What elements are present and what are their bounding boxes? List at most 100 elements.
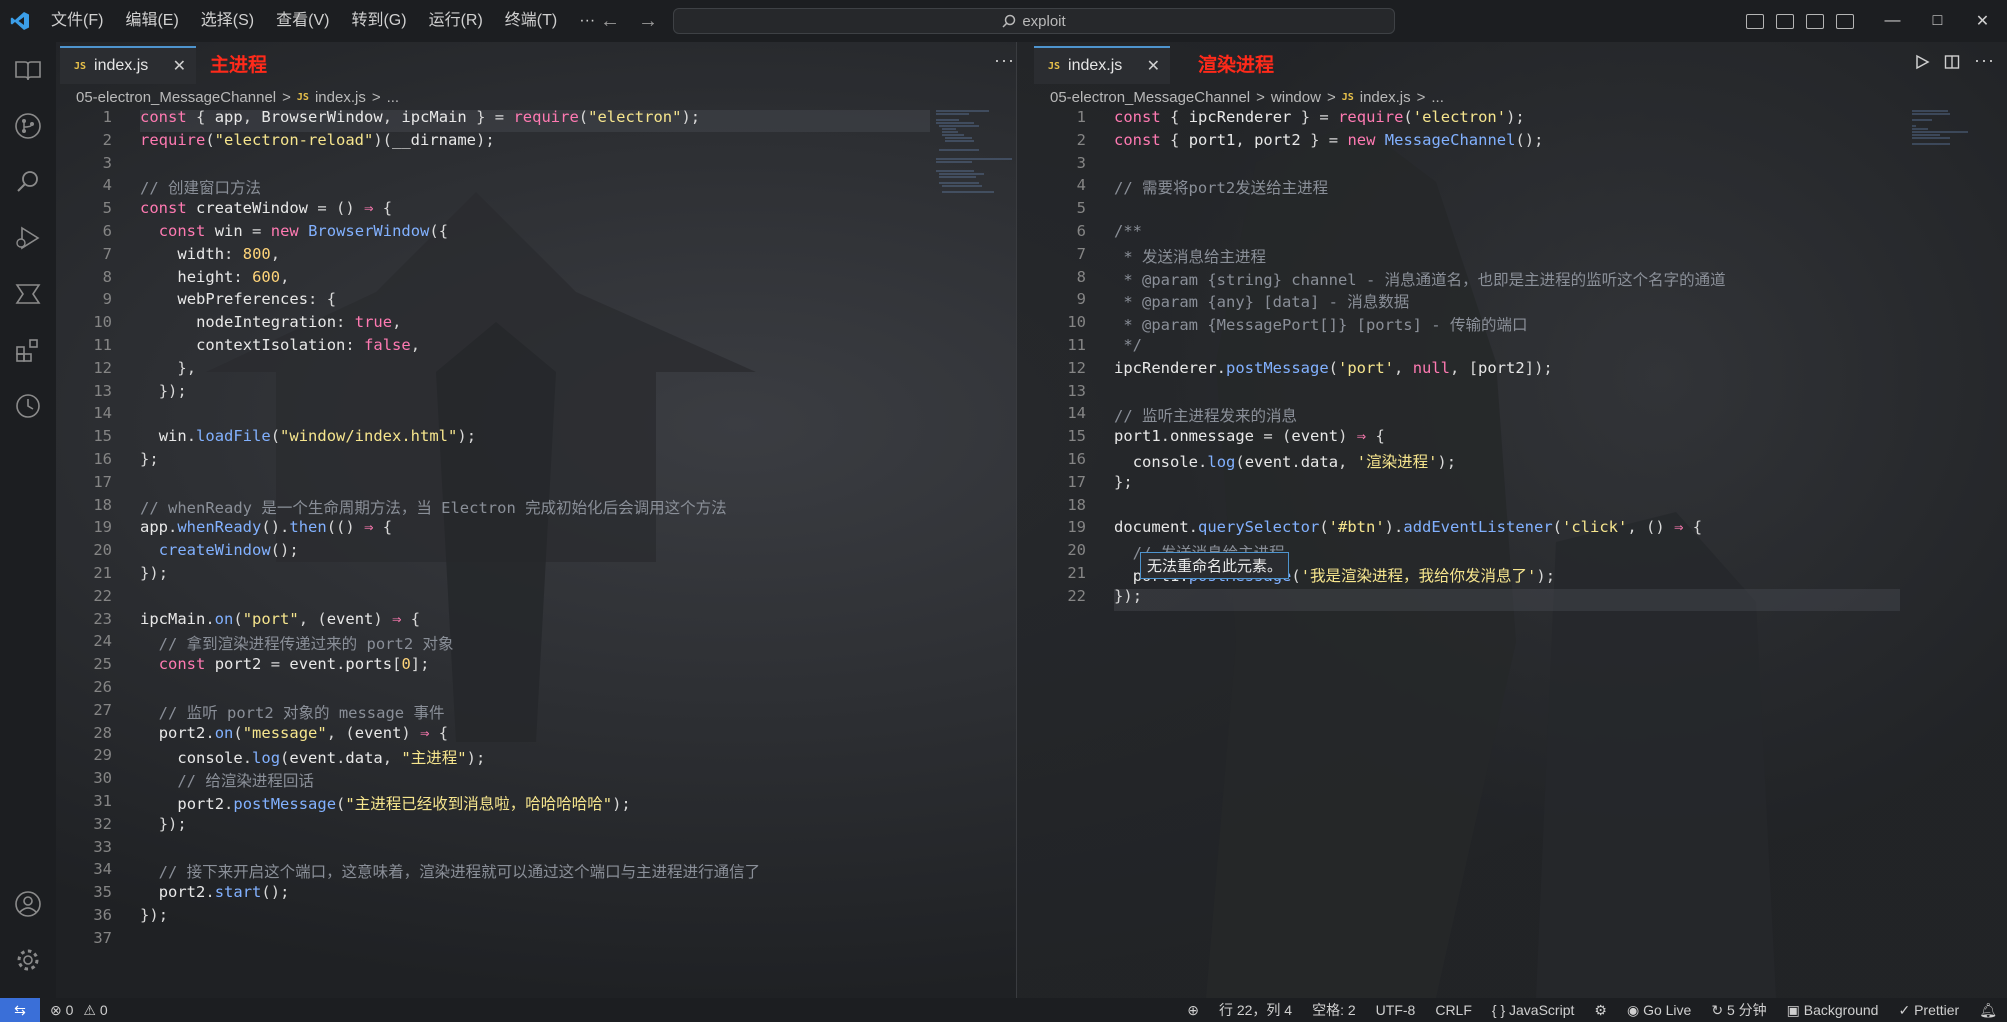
end-of-line[interactable]: CRLF — [1425, 1002, 1482, 1018]
zoom-icon[interactable]: ⊕ — [1177, 1002, 1209, 1019]
close-tab-button[interactable]: ✕ — [1147, 56, 1160, 76]
code-line[interactable]: 1 const { app, BrowserWindow, ipcMain } =… — [56, 108, 956, 131]
run-file-icon[interactable] — [1914, 54, 1930, 75]
code-line[interactable]: 33 — [56, 838, 956, 861]
code-line[interactable]: 8 height: 600, — [56, 268, 956, 291]
split-editor-icon[interactable] — [1944, 54, 1960, 75]
code-line[interactable]: 37 — [56, 929, 956, 952]
menu-run[interactable]: 运行(R) — [418, 0, 494, 42]
notifications-bell-icon[interactable]: 🔔︎ — [1969, 1002, 2007, 1019]
run-debug-icon[interactable] — [12, 222, 44, 254]
search-sidebar-icon[interactable] — [12, 166, 44, 198]
code-line[interactable]: 34 // 接下来开启这个端口，这意味着，渲染进程就可以通过这个端口与主进程进行… — [56, 860, 956, 883]
code-line[interactable]: 5 — [1030, 199, 1930, 222]
code-line[interactable]: 28 port2.on("message", (event) ⇒ { — [56, 724, 956, 747]
close-window-button[interactable]: ✕ — [1960, 11, 2005, 31]
source-control-icon[interactable] — [12, 110, 44, 142]
code-line[interactable]: 32 }); — [56, 815, 956, 838]
code-line[interactable]: 4 // 创建窗口方法 — [56, 176, 956, 199]
problems-warnings[interactable]: ⚠ 0 — [83, 1002, 117, 1019]
breadcrumb-subfolder[interactable]: window — [1271, 89, 1321, 106]
toggle-panel-icon[interactable] — [1806, 13, 1824, 29]
code-line[interactable]: 16 console.log(event.data, '渲染进程'); — [1030, 450, 1930, 473]
code-line[interactable]: 25 const port2 = event.ports[0]; — [56, 655, 956, 678]
menu-view[interactable]: 查看(V) — [265, 0, 340, 42]
toggle-primary-sidebar-icon[interactable] — [1776, 13, 1794, 29]
code-line[interactable]: 35 port2.start(); — [56, 883, 956, 906]
code-line[interactable]: 30 // 给渲染进程回话 — [56, 769, 956, 792]
problems-errors[interactable]: ⊗ 0 — [40, 1002, 83, 1019]
breadcrumb-folder[interactable]: 05-electron_MessageChannel — [76, 89, 276, 106]
go-live-button[interactable]: ◉ Go Live — [1617, 1002, 1701, 1019]
tab-index-js[interactable]: JS index.js ✕ — [1034, 46, 1170, 84]
breadcrumb-symbol[interactable]: ... — [387, 89, 400, 106]
minimap-right[interactable] — [1910, 108, 1990, 198]
code-line[interactable]: 7 * 发送消息给主进程 — [1030, 245, 1930, 268]
language-mode[interactable]: { } JavaScript — [1482, 1002, 1585, 1018]
command-center-search[interactable]: exploit — [673, 8, 1395, 34]
tab-index-js[interactable]: JS index.js ✕ — [60, 46, 196, 84]
code-line[interactable]: 10 * @param {MessagePort[]} [ports] - 传输… — [1030, 313, 1930, 336]
code-line[interactable]: 9 webPreferences: { — [56, 290, 956, 313]
toggle-secondary-sidebar-icon[interactable] — [1836, 13, 1854, 29]
prettier-status[interactable]: ✓ Prettier — [1888, 1002, 1969, 1019]
forward-arrow-icon[interactable]: → — [638, 10, 658, 33]
code-line[interactable]: 18 — [1030, 496, 1930, 519]
code-line[interactable]: 13 }); — [56, 382, 956, 405]
minimize-button[interactable]: — — [1870, 12, 1915, 30]
menu-file[interactable]: 文件(F) — [40, 0, 114, 42]
extensions-icon[interactable] — [12, 334, 44, 366]
customize-layout-icon[interactable] — [1746, 13, 1764, 29]
code-line[interactable]: 14 — [56, 404, 956, 427]
code-line[interactable]: 36}); — [56, 906, 956, 929]
timeline-icon[interactable] — [12, 390, 44, 422]
breadcrumb-symbol[interactable]: ... — [1431, 89, 1444, 106]
code-line[interactable]: 10 nodeIntegration: true, — [56, 313, 956, 336]
code-line[interactable]: 24 // 拿到渲染进程传递过来的 port2 对象 — [56, 632, 956, 655]
code-line[interactable]: 1 const { ipcRenderer } = require('electr… — [1030, 108, 1930, 131]
code-line[interactable]: 20 createWindow(); — [56, 541, 956, 564]
code-line[interactable]: 8 * @param {string} channel - 消息通道名，也即是主… — [1030, 268, 1930, 291]
code-line[interactable]: 15 win.loadFile("window/index.html"); — [56, 427, 956, 450]
settings-gear-icon[interactable] — [12, 944, 44, 976]
menu-terminal[interactable]: 终端(T) — [494, 0, 568, 42]
code-line[interactable]: 22 — [56, 587, 956, 610]
code-line[interactable]: 11 contextIsolation: false, — [56, 336, 956, 359]
copilot-icon[interactable]: ⚙ — [1584, 1002, 1617, 1019]
code-line[interactable]: 29 console.log(event.data, "主进程"); — [56, 746, 956, 769]
minimap-left[interactable] — [934, 108, 1014, 198]
code-line[interactable]: 17}; — [1030, 473, 1930, 496]
account-icon[interactable] — [12, 888, 44, 920]
explorer-icon[interactable] — [12, 54, 44, 86]
code-line[interactable]: 4 // 需要将port2发送给主进程 — [1030, 176, 1930, 199]
close-tab-button[interactable]: ✕ — [173, 56, 186, 76]
code-line[interactable]: 19 document.querySelector('#btn').addEven… — [1030, 518, 1930, 541]
code-line[interactable]: 23 ipcMain.on("port", (event) ⇒ { — [56, 610, 956, 633]
breadcrumb-file[interactable]: index.js — [1360, 89, 1411, 106]
code-line[interactable]: 27 // 监听 port2 对象的 message 事件 — [56, 701, 956, 724]
indentation[interactable]: 空格: 2 — [1302, 1000, 1366, 1020]
code-line[interactable]: 26 — [56, 678, 956, 701]
code-line[interactable]: 12 }, — [56, 359, 956, 382]
code-line[interactable]: 31 port2.postMessage("主进程已经收到消息啦，哈哈哈哈哈")… — [56, 792, 956, 815]
menu-edit[interactable]: 编辑(E) — [114, 0, 189, 42]
code-line[interactable]: 2 const { port1, port2 } = new MessageCha… — [1030, 131, 1930, 154]
menu-go[interactable]: 转到(G) — [340, 0, 417, 42]
remote-indicator-icon[interactable]: ⇆ — [0, 998, 40, 1022]
code-line[interactable]: 11 */ — [1030, 336, 1930, 359]
remote-explorer-icon[interactable] — [12, 278, 44, 310]
code-line[interactable]: 13 — [1030, 382, 1930, 405]
menu-selection[interactable]: 选择(S) — [190, 0, 265, 42]
code-line[interactable]: 12 ipcRenderer.postMessage('port', null, … — [1030, 359, 1930, 382]
code-line[interactable]: 6 /** — [1030, 222, 1930, 245]
code-line[interactable]: 21}); — [56, 564, 956, 587]
code-line[interactable]: 14 // 监听主进程发来的消息 — [1030, 404, 1930, 427]
editor-actions-more[interactable]: ··· — [994, 50, 1015, 71]
code-line[interactable]: 3 — [56, 154, 956, 177]
background-status[interactable]: ▣ Background — [1777, 1002, 1889, 1019]
code-line[interactable]: 3 — [1030, 154, 1930, 177]
back-arrow-icon[interactable]: ← — [600, 10, 620, 33]
code-line[interactable]: 2 require("electron-reload")(__dirname); — [56, 131, 956, 154]
timer-status[interactable]: ↻ 5 分钟 — [1701, 1000, 1776, 1020]
breadcrumb-file[interactable]: index.js — [315, 89, 366, 106]
